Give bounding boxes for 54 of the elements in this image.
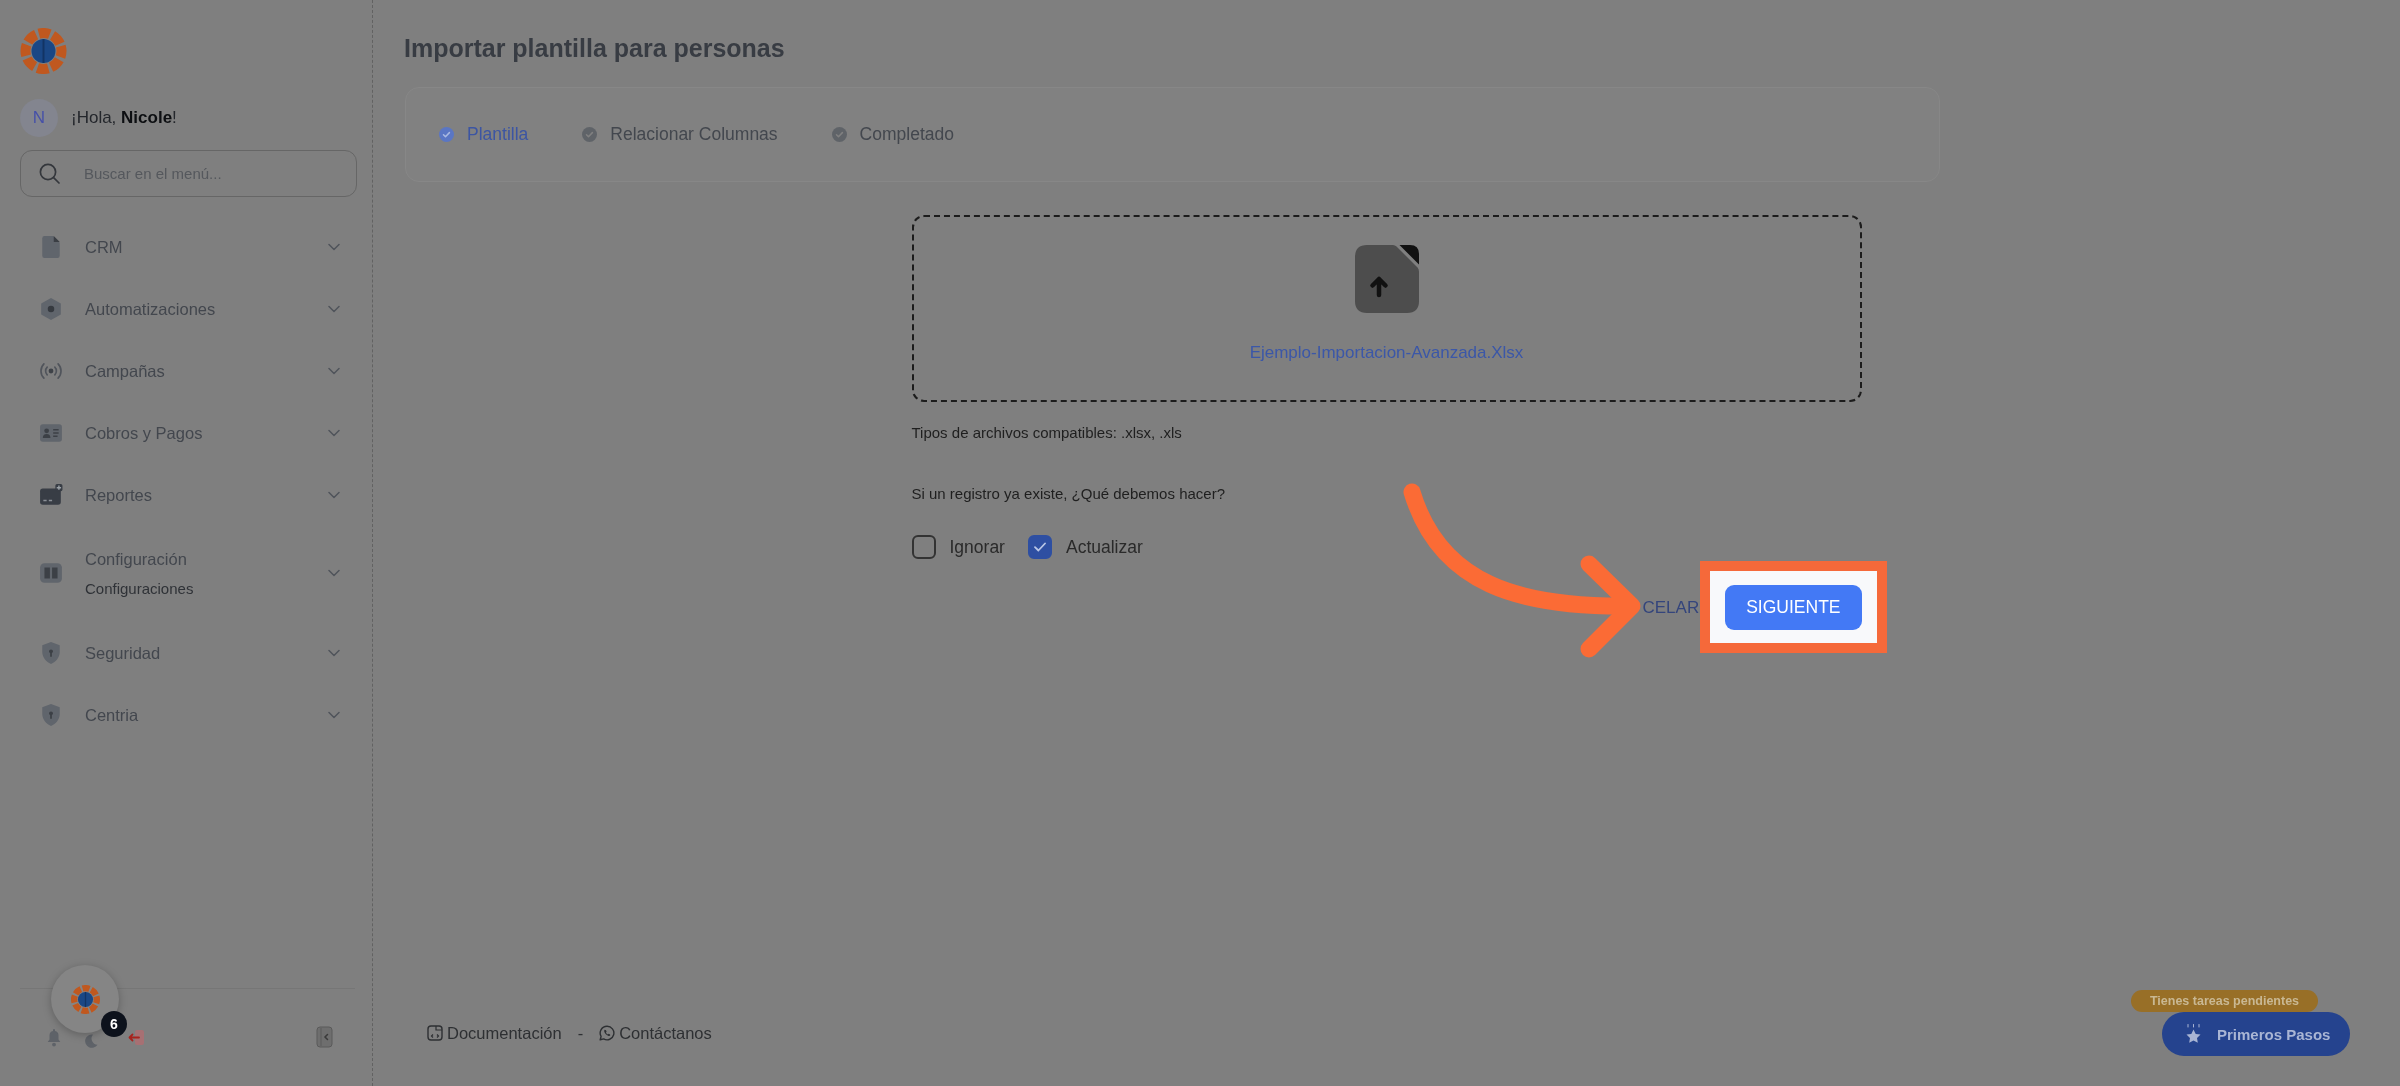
menu-item[interactable]: Centria <box>20 684 357 746</box>
logo-icon <box>70 984 100 1014</box>
check-circle-icon <box>831 127 847 142</box>
check-circle-icon <box>439 127 454 142</box>
bell-icon[interactable] <box>47 1027 61 1047</box>
book-icon <box>39 561 63 585</box>
file-name-link[interactable]: Ejemplo-Importacion-Avanzada.Xlsx <box>1249 342 1524 364</box>
logo-icon <box>20 28 67 74</box>
logout-icon[interactable] <box>128 1028 145 1046</box>
step-tab[interactable]: Completado <box>831 124 954 145</box>
id-card-icon <box>39 421 63 445</box>
menu-item[interactable]: Configuración Configuraciones <box>20 526 357 622</box>
shield-icon <box>39 641 63 665</box>
step-tab[interactable]: Plantilla <box>439 124 529 145</box>
search-icon <box>39 163 60 184</box>
checkbox-label[interactable]: Actualizar <box>1065 536 1143 558</box>
menu-item[interactable]: CRM <box>20 216 357 278</box>
separator-text: - <box>577 1023 584 1043</box>
document-icon <box>427 1025 443 1041</box>
menu-item[interactable]: Automatizaciones <box>20 278 357 340</box>
file-icon <box>39 235 63 259</box>
checkbox-label[interactable]: Ignorar <box>949 536 1005 558</box>
checkbox[interactable] <box>911 535 936 559</box>
checkbox[interactable] <box>1027 535 1052 559</box>
whatsapp-icon <box>599 1025 616 1041</box>
floating-logo-button[interactable] <box>51 965 119 1033</box>
menu-item-subtitle: Configuraciones <box>85 580 194 598</box>
hint-text: Tipos de archivos compatibles: .xlsx, .xls <box>911 423 1182 443</box>
footer-link[interactable]: Documentación <box>427 1023 562 1043</box>
step-tab[interactable]: Relacionar Columnas <box>582 124 778 145</box>
menu-item[interactable]: Cobros y Pagos <box>20 402 357 464</box>
count-badge: 6 <box>101 1011 127 1037</box>
menu-item[interactable]: Reportes <box>20 464 357 526</box>
cancel-button[interactable]: CELAR <box>1642 596 1700 619</box>
menu-item[interactable]: Seguridad <box>20 622 357 684</box>
file-dropzone[interactable]: Ejemplo-Importacion-Avanzada.Xlsx <box>911 215 1862 402</box>
checkmark-icon <box>1033 542 1046 552</box>
next-button[interactable]: SIGUIENTE <box>1725 585 1862 630</box>
question-text: Si un registro ya existe, ¿Qué debemos hacer? <box>911 484 1225 504</box>
hexagon-icon <box>39 297 63 321</box>
page-title: Importar plantilla para personas <box>404 33 785 63</box>
help-button[interactable]: Primeros Pasos <box>2162 1012 2350 1056</box>
moon-icon[interactable] <box>84 1034 98 1048</box>
footer-link[interactable]: Contáctanos <box>599 1023 712 1043</box>
shield-icon <box>39 703 63 727</box>
collapse-sidebar-icon[interactable] <box>316 1026 333 1048</box>
notice-badge: Tienes tareas pendientes <box>2131 990 2318 1012</box>
check-circle-icon <box>582 127 598 142</box>
menu-item[interactable]: Campañas <box>20 340 357 402</box>
card-icon <box>39 483 63 507</box>
file-upload-icon <box>1354 245 1419 313</box>
star-icon <box>2185 1024 2202 1044</box>
avatar: N <box>20 99 58 137</box>
greeting-text: ¡Hola, Nicole! <box>71 108 177 128</box>
